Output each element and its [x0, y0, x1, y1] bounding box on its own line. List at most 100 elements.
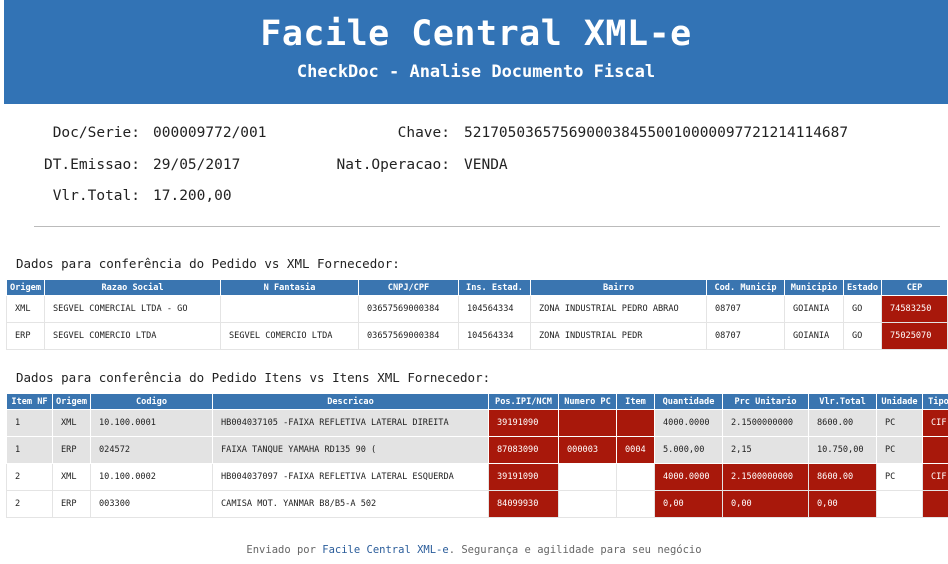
table-cell: SEGVEL COMERCIAL LTDA - GO: [44, 295, 221, 323]
table-cell: XML: [6, 295, 45, 323]
table-cell: ERP: [52, 490, 91, 518]
mismatch-cell: 0,00: [722, 490, 809, 518]
table-cell: 024572: [90, 436, 213, 464]
nat-operacao-value: VENDA: [464, 157, 508, 173]
col-estado: Estado: [843, 279, 882, 296]
table-cell: 2.1500000000: [722, 409, 809, 437]
vlr-total-value: 17.200,00: [153, 188, 232, 204]
chave-value: 5217050365756900038455001000009772121411…: [464, 125, 849, 141]
mismatch-cell: 8600.00: [808, 463, 877, 491]
col-item: Item: [616, 393, 655, 410]
col-bairro: Bairro: [530, 279, 707, 296]
table-cell: 03657569000384: [358, 322, 459, 350]
table-cell: 03657569000384: [358, 295, 459, 323]
mismatch-cell: 4000.0000: [654, 463, 723, 491]
itens-header-row: Item NF Origem Codigo Descricao Pos.IPI/…: [6, 393, 948, 410]
table-cell: ERP: [52, 436, 91, 464]
mismatch-cell: 87083090: [488, 436, 559, 464]
col-item-nf: Item NF: [6, 393, 53, 410]
table-cell: [558, 463, 617, 491]
table-cell: ZONA INDUSTRIAL PEDRO ABRAO: [530, 295, 707, 323]
table-cell: CAMISA MOT. YANMAR B8/B5-A 502: [212, 490, 489, 518]
table-cell: [220, 295, 359, 323]
col-codigo: Codigo: [90, 393, 213, 410]
table-cell: HB004037097 -FAIXA REFLETIVA LATERAL ESQ…: [212, 463, 489, 491]
col-quantidade: Quantidade: [654, 393, 723, 410]
table-cell: 10.100.0001: [90, 409, 213, 437]
table-cell: [616, 463, 655, 491]
table-cell: ZONA INDUSTRIAL PEDR: [530, 322, 707, 350]
col-cep: CEP: [881, 279, 948, 296]
doc-info-panel: Doc/Serie: 000009772/001 Chave: 52170503…: [0, 0, 948, 220]
table-cell: GOIANIA: [784, 322, 844, 350]
table-cell: 08707: [706, 322, 785, 350]
table-cell: 8600.00: [808, 409, 877, 437]
table-cell: 003300: [90, 490, 213, 518]
table-row: 2 ERP 003300 CAMISA MOT. YANMAR B8/B5-A …: [6, 490, 948, 518]
col-prc-unitario: Prc Unitario: [722, 393, 809, 410]
footer: Enviado por Facile Central XML-e. Segura…: [0, 544, 948, 556]
table-cell: 10.100.0002: [90, 463, 213, 491]
table-cell: 104564334: [458, 322, 531, 350]
table-cell: GO: [843, 295, 882, 323]
table-cell: PC: [876, 436, 923, 464]
vlr-total-label: Vlr.Total:: [52, 188, 140, 204]
col-origem: Origem: [6, 279, 45, 296]
mismatch-cell: 39191090: [488, 463, 559, 491]
table-cell: PC: [876, 463, 923, 491]
col-n-fantasia: N Fantasia: [220, 279, 359, 296]
mismatch-cell: 0,00: [808, 490, 877, 518]
footer-prefix: Enviado por: [246, 544, 323, 556]
mismatch-cell: [922, 436, 948, 464]
col-cnpj-cpf: CNPJ/CPF: [358, 279, 459, 296]
table-row: 1 ERP 024572 FAIXA TANQUE YAMAHA RD135 9…: [6, 436, 948, 464]
col-descricao: Descricao: [212, 393, 489, 410]
table-cell: [616, 490, 655, 518]
footer-suffix: . Segurança e agilidade para seu negócio: [448, 544, 702, 556]
table-cell: 4000.0000: [654, 409, 723, 437]
table-row: 1 XML 10.100.0001 HB004037105 -FAIXA REF…: [6, 409, 948, 437]
footer-brand-link[interactable]: Facile Central XML-e: [322, 544, 448, 556]
col-municipio: Municipio: [784, 279, 844, 296]
table-cell: FAIXA TANQUE YAMAHA RD135 90 (: [212, 436, 489, 464]
pedido-section-title: Dados para conferência do Pedido vs XML …: [16, 256, 400, 271]
mismatch-cell: 74583250: [881, 295, 948, 323]
dt-emissao-label: DT.Emissao:: [43, 157, 140, 173]
itens-table: Item NF Origem Codigo Descricao Pos.IPI/…: [6, 393, 948, 518]
table-cell: SEGVEL COMERCIO LTDA: [220, 322, 359, 350]
mismatch-cell: 0,00: [654, 490, 723, 518]
table-cell: 10.750,00: [808, 436, 877, 464]
col-tipo-frete: Tipo Frete: [922, 393, 948, 410]
table-cell: XML: [52, 463, 91, 491]
mismatch-cell: 000003: [558, 436, 617, 464]
doc-serie-value: 000009772/001: [153, 125, 267, 141]
table-cell: 08707: [706, 295, 785, 323]
mismatch-cell: 84099930: [488, 490, 559, 518]
table-cell: 5.000,00: [654, 436, 723, 464]
table-cell: [876, 490, 923, 518]
table-cell: GOIANIA: [784, 295, 844, 323]
table-cell: GO: [843, 322, 882, 350]
table-cell: PC: [876, 409, 923, 437]
table-cell: HB004037105 -FAIXA REFLETIVA LATERAL DIR…: [212, 409, 489, 437]
table-cell: 2: [6, 490, 53, 518]
pedido-table: Origem Razao Social N Fantasia CNPJ/CPF …: [6, 279, 948, 350]
mismatch-cell: [558, 409, 617, 437]
mismatch-cell: 0004: [616, 436, 655, 464]
chave-label: Chave:: [397, 125, 450, 141]
dt-emissao-value: 29/05/2017: [153, 157, 241, 173]
table-cell: SEGVEL COMERCIO LTDA: [44, 322, 221, 350]
col-unidade: Unidade: [876, 393, 923, 410]
nat-operacao-label: Nat.Operacao:: [336, 157, 451, 173]
mismatch-cell: 2.1500000000: [722, 463, 809, 491]
mismatch-cell: [616, 409, 655, 437]
table-row: ERP SEGVEL COMERCIO LTDA SEGVEL COMERCIO…: [6, 322, 948, 350]
col-numero-pc: Numero PC: [558, 393, 617, 410]
table-row: XML SEGVEL COMERCIAL LTDA - GO 036575690…: [6, 295, 948, 323]
table-cell: 1: [6, 409, 53, 437]
col-ins-estad: Ins. Estad.: [458, 279, 531, 296]
mismatch-cell: CIF: [922, 463, 948, 491]
col-pos-ipi-ncm: Pos.IPI/NCM: [488, 393, 559, 410]
table-cell: 2: [6, 463, 53, 491]
pedido-header-row: Origem Razao Social N Fantasia CNPJ/CPF …: [6, 279, 948, 296]
